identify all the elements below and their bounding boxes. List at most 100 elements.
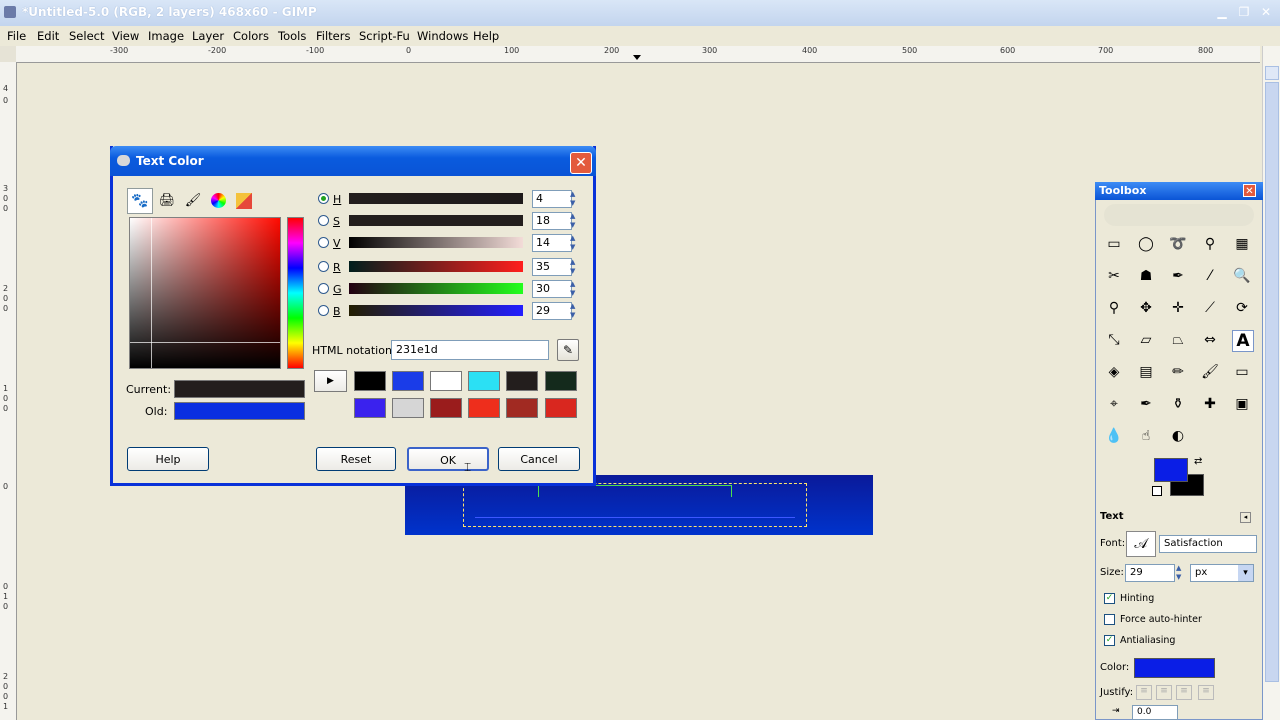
color-history-swatch[interactable] — [354, 398, 386, 418]
justify-right-button[interactable]: ≡ — [1156, 685, 1172, 700]
justify-fill-button[interactable]: ≡ — [1198, 685, 1214, 700]
font-preview-button[interactable]: 𝒜 — [1126, 531, 1156, 557]
zoom-icon[interactable]: 🔍 — [1232, 266, 1252, 286]
reset-colors-icon[interactable] — [1152, 486, 1162, 496]
hue-strip[interactable] — [287, 217, 304, 369]
airbrush-icon[interactable]: ⌖ — [1104, 394, 1124, 414]
add-to-history-button[interactable]: ▶ — [314, 370, 347, 392]
channel-h-radio[interactable] — [318, 193, 329, 204]
chevron-down-icon[interactable]: ▾ — [1238, 565, 1253, 581]
channel-g-value-input[interactable]: 30 — [532, 280, 572, 298]
cmyk-selector-tab[interactable]: 🖨 — [156, 190, 178, 212]
flip-icon[interactable]: ⇔ — [1200, 330, 1220, 350]
dialog-close-button[interactable]: ✕ — [570, 152, 592, 174]
color-history-swatch[interactable] — [430, 398, 462, 418]
antialiasing-checkbox[interactable]: ✓ — [1104, 635, 1115, 646]
color-picker-icon[interactable]: ⁄ — [1200, 266, 1220, 286]
color-history-swatch[interactable] — [545, 371, 577, 391]
channel-b-radio[interactable] — [318, 305, 329, 316]
menu-help[interactable]: Help — [473, 29, 499, 43]
menu-windows[interactable]: Windows — [417, 29, 468, 43]
wilber-drop-area[interactable] — [1104, 204, 1254, 226]
color-history-swatch[interactable] — [468, 371, 500, 391]
ok-button[interactable]: OK — [407, 447, 489, 471]
channel-r-radio[interactable] — [318, 261, 329, 272]
horizontal-ruler[interactable]: -300 -200 -100 0 100 200 300 400 500 600… — [16, 46, 1260, 63]
toolbox-close-button[interactable]: ✕ — [1243, 184, 1256, 197]
scissors-icon[interactable]: ✂ — [1104, 266, 1124, 286]
channel-r-slider[interactable] — [349, 261, 523, 272]
menu-image[interactable]: Image — [148, 29, 184, 43]
channel-b-spin-buttons[interactable]: ▲ ▼ — [570, 302, 575, 320]
channel-h-value-input[interactable]: 4 — [532, 190, 572, 208]
fuzzy-select-icon[interactable]: ⚲ — [1200, 234, 1220, 254]
align-icon[interactable]: ✛ — [1168, 298, 1188, 318]
justify-left-button[interactable]: ≡ — [1136, 685, 1152, 700]
size-spin-buttons[interactable]: ▲ ▼ — [1176, 564, 1186, 582]
channel-b-value-input[interactable]: 29 — [532, 302, 572, 320]
minimize-button[interactable]: ▁ — [1213, 4, 1231, 21]
color-select-icon[interactable]: ▦ — [1232, 234, 1252, 254]
channel-h-slider[interactable] — [349, 193, 523, 204]
color-history-swatch[interactable] — [468, 398, 500, 418]
perspective-clone-icon[interactable]: ▣ — [1232, 394, 1252, 414]
measure-icon[interactable]: ⚲ — [1104, 298, 1124, 318]
shear-icon[interactable]: ▱ — [1136, 330, 1156, 350]
foreground-select-icon[interactable]: ☗ — [1136, 266, 1156, 286]
menu-view[interactable]: View — [112, 29, 139, 43]
watercolor-selector-tab[interactable]: 🖌 — [182, 190, 204, 212]
color-history-swatch[interactable] — [392, 371, 424, 391]
free-select-icon[interactable]: ➰ — [1168, 234, 1188, 254]
rect-select-icon[interactable]: ▭ — [1104, 234, 1124, 254]
channel-b-slider[interactable] — [349, 305, 523, 316]
menu-tools[interactable]: Tools — [278, 29, 306, 43]
blur-icon[interactable]: 💧 — [1104, 426, 1124, 446]
channel-s-spin-buttons[interactable]: ▲ ▼ — [570, 212, 575, 230]
force-autohinter-checkbox[interactable] — [1104, 614, 1115, 625]
foreground-color-swatch[interactable] — [1154, 458, 1188, 482]
channel-g-radio[interactable] — [318, 283, 329, 294]
paintbrush-icon[interactable]: 🖌 — [1200, 362, 1220, 382]
help-button[interactable]: Help — [127, 447, 209, 471]
wheel-selector-tab[interactable] — [208, 190, 230, 212]
color-history-swatch[interactable] — [506, 371, 538, 391]
rotate-icon[interactable]: ⟳ — [1232, 298, 1252, 318]
reset-button[interactable]: Reset — [316, 447, 396, 471]
text-color-button[interactable] — [1134, 658, 1215, 678]
cancel-button[interactable]: Cancel — [498, 447, 580, 471]
color-picker-eyedropper-button[interactable]: ✎ — [557, 339, 579, 361]
paths-icon[interactable]: ✒ — [1168, 266, 1188, 286]
scroll-up-button[interactable] — [1265, 66, 1279, 80]
vertical-ruler[interactable]: 4 0 3 0 0 2 0 0 1 0 0 0 0 1 0 2 0 0 1 — [0, 62, 17, 720]
menu-colors[interactable]: Colors — [233, 29, 269, 43]
channel-s-slider[interactable] — [349, 215, 523, 226]
channel-v-radio[interactable] — [318, 237, 329, 248]
channel-v-slider[interactable] — [349, 237, 523, 248]
maximize-button[interactable]: ❐ — [1235, 4, 1253, 21]
channel-r-spin-buttons[interactable]: ▲ ▼ — [570, 258, 575, 276]
channel-h-spin-buttons[interactable]: ▲ ▼ — [570, 190, 575, 208]
close-button[interactable]: ✕ — [1257, 4, 1275, 21]
channel-r-value-input[interactable]: 35 — [532, 258, 572, 276]
swap-colors-icon[interactable]: ⇄ — [1194, 456, 1202, 467]
ellipse-select-icon[interactable]: ◯ — [1136, 234, 1156, 254]
menu-select[interactable]: Select — [69, 29, 104, 43]
blend-icon[interactable]: ▤ — [1136, 362, 1156, 382]
size-input[interactable]: 29 — [1125, 564, 1175, 582]
scale-icon[interactable]: ⤡ — [1104, 330, 1124, 350]
saturation-value-square[interactable] — [129, 217, 281, 369]
justify-center-button[interactable]: ≡ — [1176, 685, 1192, 700]
channel-s-radio[interactable] — [318, 215, 329, 226]
menu-layer[interactable]: Layer — [192, 29, 224, 43]
color-history-swatch[interactable] — [545, 398, 577, 418]
crop-icon[interactable]: ⟋ — [1200, 298, 1220, 318]
clone-icon[interactable]: ⚱ — [1168, 394, 1188, 414]
color-history-swatch[interactable] — [392, 398, 424, 418]
dodge-burn-icon[interactable]: ◐ — [1168, 426, 1188, 446]
pencil-icon[interactable]: ✏ — [1168, 362, 1188, 382]
menu-file[interactable]: File — [7, 29, 26, 43]
scroll-thumb[interactable] — [1265, 82, 1279, 682]
hinting-checkbox[interactable]: ✓ — [1104, 593, 1115, 604]
gimp-selector-tab[interactable]: 🐾 — [127, 188, 153, 214]
channel-g-spin-buttons[interactable]: ▲ ▼ — [570, 280, 575, 298]
